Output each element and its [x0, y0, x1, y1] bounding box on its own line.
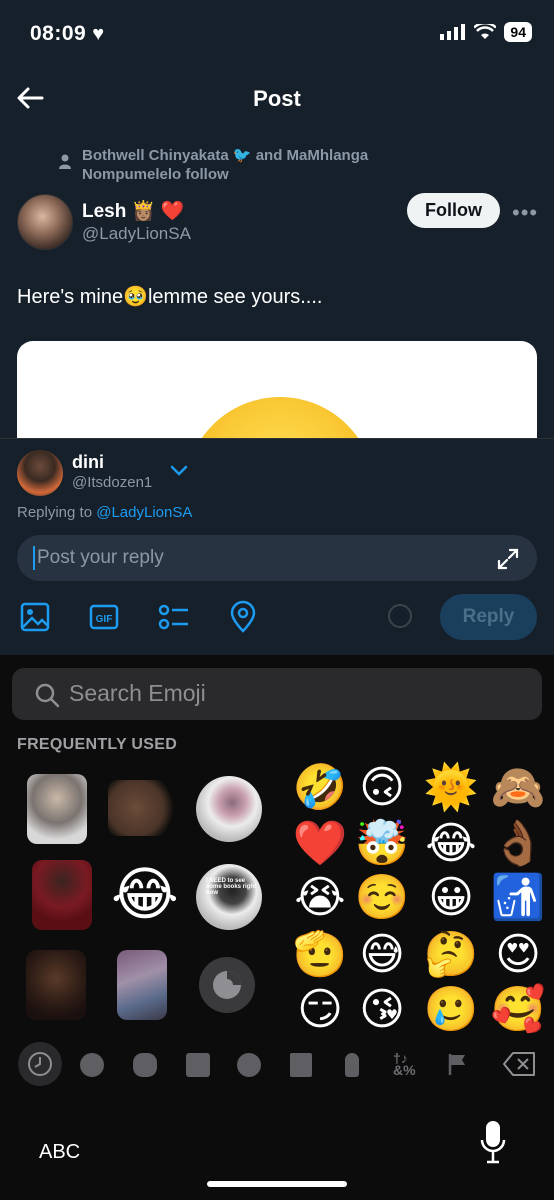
- emoji-key[interactable]: 😍: [488, 925, 548, 985]
- chevron-down-icon[interactable]: [170, 465, 188, 477]
- emoji-key[interactable]: 🥰: [488, 980, 548, 1040]
- emoji-key[interactable]: ☺️: [352, 868, 412, 928]
- emoji-key[interactable]: 🤣: [290, 758, 350, 818]
- sticker-person-red[interactable]: [32, 860, 92, 930]
- location-icon[interactable]: [226, 600, 260, 634]
- emoji-key[interactable]: 🌞: [421, 758, 481, 818]
- travel-icon[interactable]: [290, 1053, 312, 1077]
- home-indicator[interactable]: [207, 1181, 347, 1187]
- poll-icon[interactable]: [156, 600, 190, 634]
- emoji-key[interactable]: 😅: [352, 925, 412, 985]
- emoji-key[interactable]: 😂: [421, 814, 481, 874]
- sticker-man-thinking[interactable]: [26, 950, 86, 1020]
- sticker-emoji[interactable]: 😂: [111, 864, 179, 924]
- gif-icon[interactable]: GIF: [87, 600, 121, 634]
- sticker-add-icon: [213, 971, 241, 999]
- user-name: dini: [72, 452, 104, 472]
- reply-button[interactable]: Reply: [440, 594, 537, 640]
- reply-placeholder: Post your reply: [37, 547, 164, 568]
- flags-icon[interactable]: [448, 1052, 468, 1076]
- wifi-icon: [474, 24, 497, 39]
- add-sticker-button[interactable]: [199, 957, 255, 1013]
- delete-icon[interactable]: [503, 1051, 537, 1077]
- post-text: Here's mine🥹lemme see yours....: [17, 286, 323, 308]
- replying-to-label: Replying to: [17, 504, 97, 521]
- recent-icon[interactable]: [27, 1051, 53, 1077]
- status-time: 08:09 ♥: [30, 22, 105, 45]
- smiley-icon[interactable]: [80, 1053, 104, 1077]
- replying-to-handle[interactable]: @LadyLionSA: [96, 504, 192, 521]
- page-title: Post: [253, 86, 301, 111]
- search-icon: [35, 683, 60, 708]
- emoji-key[interactable]: 🙃: [352, 758, 412, 818]
- replying-to: Replying to @LadyLionSA: [17, 504, 192, 521]
- sticker-brain[interactable]: [196, 776, 262, 842]
- follow-button[interactable]: Follow: [407, 193, 500, 228]
- user-avatar[interactable]: [17, 450, 63, 496]
- emoji-key[interactable]: 😏: [290, 980, 350, 1040]
- heart-icon: ♥: [92, 23, 105, 45]
- svg-text:GIF: GIF: [96, 614, 113, 625]
- activity-icon[interactable]: [237, 1053, 261, 1077]
- emoji-key[interactable]: 🫡: [290, 925, 350, 985]
- author-avatar[interactable]: [17, 194, 73, 250]
- expand-icon[interactable]: [497, 548, 519, 570]
- animal-icon[interactable]: [133, 1053, 157, 1077]
- user-handle: @Itsdozen1: [72, 474, 153, 491]
- emoji-key[interactable]: 🤔: [421, 925, 481, 985]
- emoji-key[interactable]: 🙈: [488, 758, 548, 818]
- emoji-key[interactable]: ❤️: [290, 814, 350, 874]
- symbols-icon[interactable]: †♪ &%: [393, 1051, 416, 1077]
- sticker-food[interactable]: [108, 780, 178, 836]
- emoji-key[interactable]: 🚮: [488, 868, 548, 928]
- character-count-indicator: [388, 604, 412, 628]
- emoji-search-placeholder: Search Emoji: [69, 680, 206, 706]
- social-context: Bothwell Chinyakata 🐦 and MaMhlanga Nomp…: [82, 147, 369, 183]
- sticker-person-1[interactable]: [27, 774, 87, 844]
- more-options-icon[interactable]: •••: [512, 200, 538, 226]
- battery-indicator: 94: [504, 22, 532, 42]
- sticker-collage[interactable]: [117, 950, 167, 1020]
- microphone-icon[interactable]: [480, 1120, 506, 1164]
- image-icon[interactable]: [18, 600, 52, 634]
- emoji-key[interactable]: 🤯: [352, 814, 412, 874]
- objects-icon[interactable]: [345, 1053, 359, 1077]
- emoji-key[interactable]: 😘: [352, 980, 412, 1040]
- sticker-brain-text-caption: I NEED to see some books right now: [206, 878, 257, 896]
- section-label: FREQUENTLY USED: [17, 736, 178, 753]
- food-icon[interactable]: [186, 1053, 210, 1077]
- emoji-key[interactable]: 👌🏾: [488, 814, 548, 874]
- status-indicators: 94: [440, 22, 532, 42]
- emoji-key[interactable]: 😀: [421, 868, 481, 928]
- person-icon: [59, 154, 71, 169]
- author-handle[interactable]: @LadyLionSA: [82, 224, 191, 244]
- sticker-brain-text[interactable]: [196, 864, 262, 930]
- abc-key[interactable]: ABC: [39, 1141, 80, 1164]
- author-name[interactable]: Lesh 👸🏽 ❤️: [82, 199, 184, 223]
- text-caret: [33, 546, 35, 570]
- emoji-key[interactable]: 😭: [290, 868, 350, 928]
- signal-icon: [440, 24, 466, 40]
- emoji-key[interactable]: 🥲: [421, 980, 481, 1040]
